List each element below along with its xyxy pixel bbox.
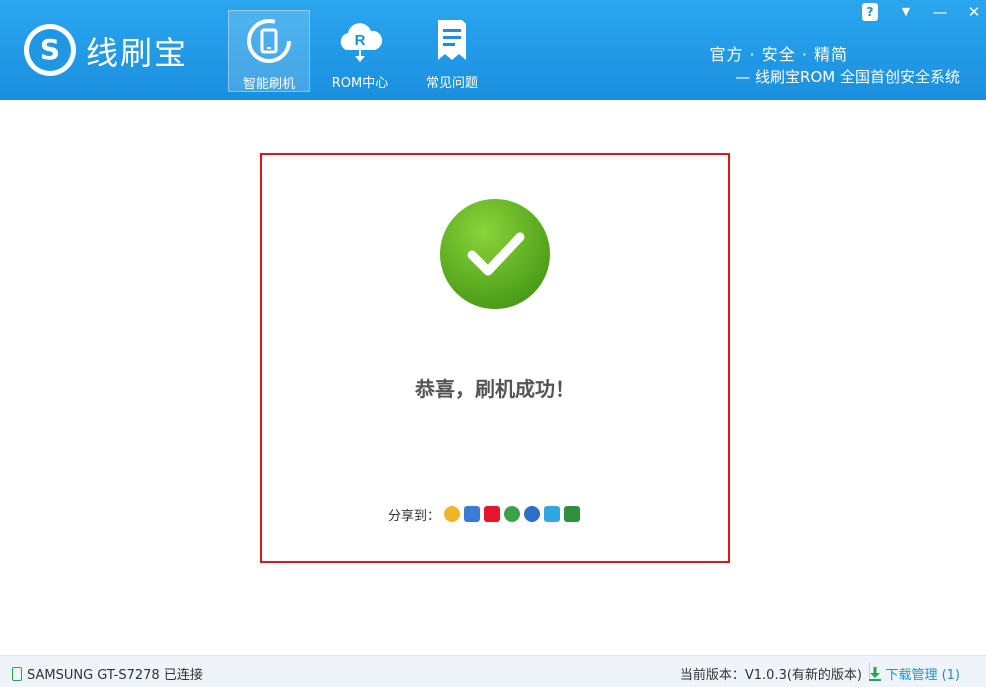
nav-smart-flash[interactable]: 智能刷机	[228, 10, 310, 92]
slogan-line1: 官方 · 安全 · 精简	[709, 45, 848, 64]
menu-icon[interactable]: ▼	[896, 3, 916, 21]
help-icon[interactable]: ?	[862, 3, 878, 21]
app-logo: S	[24, 24, 76, 76]
success-message: 恭喜，刷机成功！	[415, 377, 575, 401]
nav-label: 常见问题	[425, 76, 478, 91]
download-icon	[869, 666, 882, 681]
douban-icon[interactable]	[564, 506, 581, 522]
nav-faq[interactable]: 常见问题	[412, 10, 492, 91]
rom-cloud-icon: R	[340, 23, 383, 62]
nav-label: 智能刷机	[242, 77, 295, 92]
status-bar: SAMSUNG GT-S7278 已连接 当前版本：V1.0.3(有新的版本) …	[0, 655, 986, 687]
svg-text:R: R	[355, 32, 366, 49]
slogan-line2: — 线刷宝ROM 全国首创安全系统	[735, 68, 960, 86]
document-icon	[438, 20, 466, 60]
checkmark-icon	[440, 199, 550, 309]
device-label: SAMSUNG GT-S7278 已连接	[27, 668, 203, 683]
title-bar: S 线刷宝 智能刷机 R ROM中心 常见问题 ? ▼ — ✕ 官方 · 安全 …	[0, 0, 986, 100]
qzone-icon[interactable]	[444, 506, 461, 522]
qq-icon[interactable]	[464, 506, 481, 522]
phone-icon	[12, 666, 22, 681]
download-manager-link[interactable]: 下载管理 (1)	[869, 664, 960, 683]
nav-rom-center[interactable]: R ROM中心	[320, 10, 400, 91]
success-panel: 恭喜，刷机成功！ 分享到：	[260, 153, 730, 563]
device-status: SAMSUNG GT-S7278 已连接	[12, 664, 203, 683]
clover-icon[interactable]	[504, 506, 521, 522]
nav-label: ROM中心	[331, 76, 389, 91]
download-label: 下载管理 (1)	[885, 668, 960, 683]
version-label[interactable]: 当前版本：V1.0.3(有新的版本)	[680, 664, 862, 683]
renren-icon[interactable]	[524, 506, 541, 522]
weibo-icon[interactable]	[484, 506, 501, 522]
minimize-icon[interactable]: —	[930, 3, 950, 21]
share-label: 分享到：	[388, 508, 441, 524]
close-icon[interactable]: ✕	[964, 3, 984, 21]
logo-glyph: S	[29, 29, 71, 71]
share-bar: 分享到：	[388, 503, 581, 525]
phone-refresh-icon	[247, 19, 291, 63]
app-name: 线刷宝	[86, 34, 189, 72]
pengyou-icon[interactable]	[544, 506, 561, 522]
